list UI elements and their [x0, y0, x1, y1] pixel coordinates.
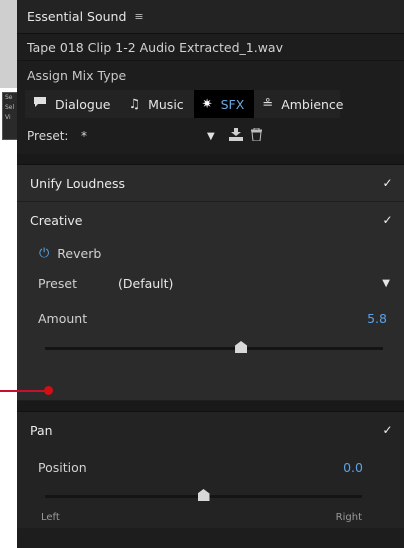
music-note-icon: ♫: [128, 96, 141, 112]
panel-title-bar: Essential Sound ≡: [17, 0, 404, 34]
position-slider-thumb[interactable]: [197, 489, 210, 501]
pan-label: Pan: [30, 422, 53, 438]
sfx-button[interactable]: ✷ SFX: [193, 90, 255, 118]
hamburger-menu-icon[interactable]: ≡: [134, 10, 143, 23]
position-row: Position 0.0: [17, 448, 404, 486]
chevron-down-icon[interactable]: ▼: [382, 278, 390, 289]
pan-section: Pan ✓ Position 0.0 Left Right: [17, 412, 404, 529]
music-label: Music: [148, 96, 184, 112]
amount-label: Amount: [38, 310, 88, 326]
burst-icon: ✷: [201, 96, 213, 112]
unify-loudness-label: Unify Loudness: [30, 175, 125, 191]
clip-name: Tape 018 Clip 1-2 Audio Extracted_1.wav: [17, 34, 404, 61]
preset-row: Preset: * ▼: [17, 118, 404, 154]
trash-icon[interactable]: [250, 127, 263, 145]
sfx-label: SFX: [220, 96, 245, 112]
dialogue-label: Dialogue: [55, 96, 111, 112]
speech-bubble-icon: [33, 96, 47, 112]
separator: [17, 401, 404, 412]
creative-header[interactable]: Creative ✓: [17, 202, 404, 238]
reverb-preset-dropdown[interactable]: (Default): [118, 276, 382, 291]
creative-label: Creative: [30, 212, 83, 228]
panel-title: Essential Sound: [27, 9, 127, 24]
amount-value[interactable]: 5.8: [367, 311, 387, 326]
preset-dropdown[interactable]: *: [81, 129, 207, 143]
left-label: Left: [41, 512, 60, 523]
annotation-line: [0, 390, 48, 392]
ambience-label: Ambience: [281, 96, 344, 112]
chevron-down-icon[interactable]: ▼: [207, 131, 215, 142]
pan-header[interactable]: Pan ✓: [17, 412, 404, 448]
music-button[interactable]: ♫ Music: [120, 90, 193, 118]
amount-slider-thumb[interactable]: [235, 341, 248, 353]
reverb-label: Reverb: [57, 245, 102, 261]
essential-sound-panel: Essential Sound ≡ Tape 018 Clip 1-2 Audi…: [17, 0, 404, 548]
position-label: Position: [38, 459, 87, 475]
unify-loudness-section: Unify Loudness ✓: [17, 165, 404, 202]
mix-type-tabs: Dialogue ♫ Music ✷ SFX ≗ Ambience: [25, 90, 344, 118]
amount-slider-track: [45, 347, 383, 350]
unify-loudness-header[interactable]: Unify Loudness ✓: [17, 165, 404, 201]
reverb-preset-row: Preset (Default) ▼: [17, 268, 404, 298]
reverb-toggle[interactable]: ⏻ Reverb: [17, 238, 404, 268]
dialogue-button[interactable]: Dialogue: [25, 90, 120, 118]
pan-range-labels: Left Right: [17, 508, 404, 528]
amount-row: Amount 5.8: [17, 298, 404, 338]
pan-checkbox[interactable]: ✓: [381, 423, 394, 437]
power-icon[interactable]: ⏻: [39, 246, 49, 261]
ambience-button[interactable]: ≗ Ambience: [254, 90, 353, 118]
save-preset-icon[interactable]: [228, 127, 243, 145]
right-label: Right: [335, 512, 362, 523]
unify-loudness-checkbox[interactable]: ✓: [381, 176, 394, 190]
amount-slider[interactable]: [45, 338, 383, 360]
position-slider[interactable]: [45, 486, 362, 508]
creative-checkbox[interactable]: ✓: [381, 213, 394, 227]
wind-icon: ≗: [262, 96, 274, 112]
separator: [17, 154, 404, 165]
annotation-dot: [44, 386, 53, 395]
position-value[interactable]: 0.0: [343, 460, 363, 475]
reverb-preset-label: Preset: [38, 275, 77, 291]
assign-mix-type-label: Assign Mix Type: [27, 68, 127, 83]
creative-section: Creative ✓ ⏻ Reverb Preset (Default) ▼ A…: [17, 202, 404, 401]
preset-label: Preset:: [27, 129, 69, 143]
